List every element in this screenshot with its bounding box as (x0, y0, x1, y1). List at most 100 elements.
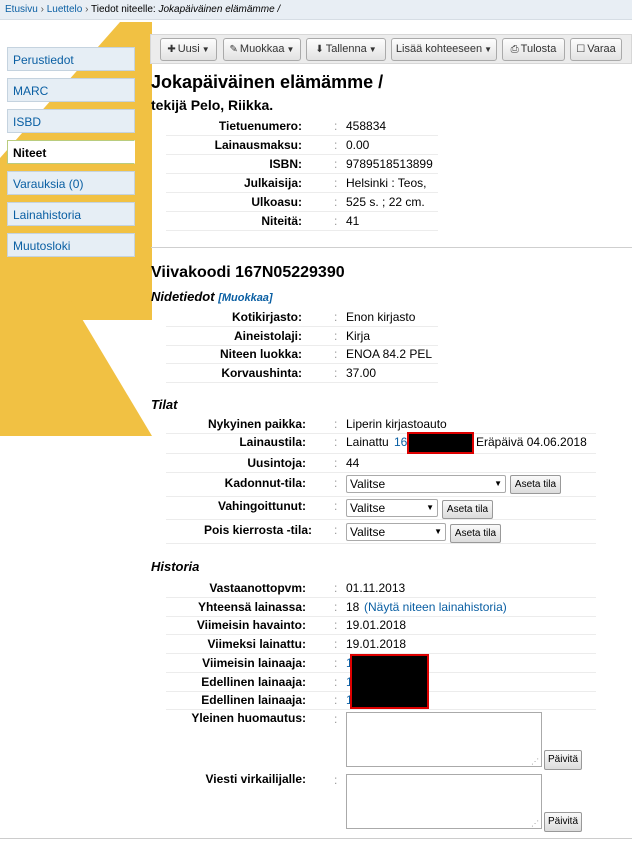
field-row: Korvaushinta: : 37.00 (166, 364, 438, 383)
last-seen-row: Viimeisin havainto: : 19.01.2018 (166, 616, 596, 635)
field-value: Enon kirjasto (346, 310, 416, 324)
sidebar-item-varauksia[interactable]: Varauksia (0) (7, 171, 135, 195)
staff-note-textarea[interactable]: ⋰ (346, 774, 542, 829)
field-label: Vastaanottopvm: (209, 581, 306, 595)
print-button-label: Tulosta (520, 43, 557, 55)
field-row: Tietuenumero: : 458834 (166, 117, 438, 136)
show-history-link-wrap[interactable]: (Näytä niteen lainahistoria) (364, 598, 507, 616)
checkout-status-row: Lainaustila: : Lainattu 167 Eräpäivä 04.… (166, 433, 596, 454)
field-row: Kotikirjasto: : Enon kirjasto (166, 308, 438, 327)
lost-status-value: Valitse (350, 477, 386, 491)
field-row: Aineistolaji: : Kirja (166, 327, 438, 346)
sidebar-item-lainahistoria[interactable]: Lainahistoria (7, 202, 135, 226)
sidebar-item-marc[interactable]: MARC (7, 78, 135, 102)
field-value: 37.00 (346, 366, 377, 380)
damaged-status-value: Valitse (350, 501, 386, 515)
new-button[interactable]: ✚ Uusi ▼ (160, 38, 217, 61)
withdrawn-status-select[interactable]: Valitse ▼ (346, 523, 446, 541)
new-button-label: Uusi (177, 43, 200, 55)
breadcrumb-catalog-link[interactable]: Luettelo (47, 4, 83, 15)
add-to-button-label: Lisää kohteeseen (395, 43, 483, 55)
separator: : (334, 600, 338, 614)
separator: : (334, 417, 338, 431)
sidebar-item-muutosloki[interactable]: Muutosloki (7, 233, 135, 257)
field-value: 41 (346, 214, 360, 228)
field-row: ISBN: : 9789518513899 (166, 155, 438, 174)
separator: : (334, 119, 338, 133)
separator: : (334, 366, 338, 380)
printer-icon: ⎙ (510, 44, 519, 55)
field-label: Edellinen lainaaja: (201, 693, 306, 707)
set-damaged-status-button[interactable]: Aseta tila (442, 500, 493, 519)
field-label: Kotikirjasto: (231, 310, 302, 324)
sidebar-item-isbd[interactable]: ISBD (7, 109, 135, 133)
chevron-down-icon: ▼ (286, 45, 295, 54)
field-value: 525 s. ; 22 cm. (346, 195, 425, 209)
add-to-button[interactable]: Lisää kohteeseen ▼ (391, 38, 497, 61)
record-title: Jokapäiväinen elämämme / (151, 72, 384, 92)
edit-button-label: Muokkaa (239, 43, 285, 55)
chevron-down-icon: ▼ (484, 45, 493, 54)
field-value: Kirja (346, 329, 371, 343)
separator: : (334, 347, 338, 361)
field-label: Viimeisin havainto: (196, 618, 306, 632)
breadcrumb: Etusivu › Luettelo › Tiedot niteelle: Jo… (0, 0, 632, 20)
separator: : (334, 310, 338, 324)
breadcrumb-home-link[interactable]: Etusivu (5, 4, 38, 15)
field-label: Viimeisin lainaaja: (202, 656, 306, 670)
last-seen-value: 19.01.2018 (346, 618, 407, 632)
field-row: Niteen luokka: : ENOA 84.2 PEL (166, 345, 438, 364)
separator: : (334, 214, 338, 228)
accession-value: 01.11.2013 (346, 581, 406, 595)
renewals-row: Uusintoja: : 44 (166, 454, 596, 473)
sidebar-item-niteet[interactable]: Niteet (7, 140, 135, 164)
field-label: Nykyinen paikka: (207, 417, 306, 431)
due-date: Eräpäivä 04.06.2018 (476, 435, 587, 449)
sidebar-item-perustiedot[interactable]: Perustiedot (7, 47, 135, 71)
last-borrowed-value: 19.01.2018 (346, 637, 407, 651)
field-label: Julkaisija: (243, 176, 302, 190)
breadcrumb-separator: › (85, 4, 89, 15)
item-details-heading: Nidetiedot [Muokkaa] (151, 289, 273, 304)
field-label: Aineistolaji: (233, 329, 302, 343)
set-withdrawn-status-button[interactable]: Aseta tila (450, 524, 501, 543)
hold-button[interactable]: ☐ Varaa (570, 38, 622, 61)
resize-grip-icon: ⋰ (531, 757, 539, 766)
field-label: Lainaustila: (239, 435, 306, 449)
breadcrumb-separator: › (40, 4, 44, 15)
history-heading: Historia (151, 559, 200, 574)
separator: : (334, 693, 338, 707)
edit-item-link[interactable]: [Muokkaa] (218, 292, 272, 304)
field-value: ENOA 84.2 PEL (346, 347, 433, 361)
edit-button[interactable]: ✎ Muokkaa ▼ (223, 38, 301, 61)
damaged-status-select[interactable]: Valitse ▼ (346, 499, 438, 517)
renewals-value: 44 (346, 456, 360, 470)
update-staff-note-button[interactable]: Päivitä (544, 812, 582, 832)
field-label: Korvaushinta: (221, 366, 302, 380)
accession-row: Vastaanottopvm: : 01.11.2013 (166, 579, 596, 598)
sidebar: Perustiedot MARC ISBD Niteet Varauksia (… (7, 47, 135, 264)
withdrawn-status-value: Valitse (350, 525, 386, 539)
barcode-heading: Viivakoodi 167N05229390 (151, 264, 345, 281)
field-row: Lainausmaksu: : 0.00 (166, 136, 438, 155)
save-button[interactable]: ⬇ Tallenna ▼ (306, 38, 386, 61)
current-location-row: Nykyinen paikka: : Liperin kirjastoauto (166, 415, 596, 434)
separator: : (334, 618, 338, 632)
lost-status-select[interactable]: Valitse ▼ (346, 475, 506, 493)
redaction-box (350, 654, 429, 709)
update-public-note-button[interactable]: Päivitä (544, 750, 582, 770)
field-label: ISBN: (269, 157, 302, 171)
print-button[interactable]: ⎙ Tulosta (502, 38, 565, 61)
separator: : (334, 138, 338, 152)
chevron-down-icon: ▼ (494, 479, 502, 488)
field-row: Niteitä: : 41 (166, 212, 438, 231)
separator: : (334, 712, 338, 726)
separator: : (334, 157, 338, 171)
public-note-textarea[interactable]: ⋰ (346, 712, 542, 767)
set-lost-status-button[interactable]: Aseta tila (510, 475, 561, 494)
hold-button-label: Varaa (587, 43, 616, 55)
separator: : (334, 675, 338, 689)
field-row: Julkaisija: : Helsinki : Teos, (166, 174, 438, 193)
show-history-link[interactable]: (Näytä niteen lainahistoria) (364, 600, 507, 614)
chevron-down-icon: ▼ (426, 503, 434, 512)
